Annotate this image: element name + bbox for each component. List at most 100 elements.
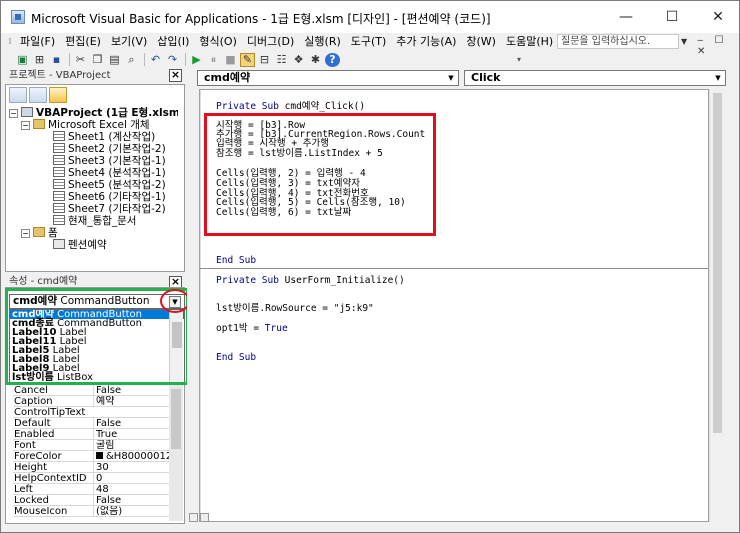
property-value[interactable]: 30 — [93, 462, 169, 473]
code-line: lst방이름.RowSource = "j5:k9" — [216, 303, 374, 314]
menu-debug[interactable]: 디버그(D) — [242, 33, 299, 51]
properties-scrollbar-thumb[interactable] — [171, 389, 181, 449]
collapse-icon[interactable]: − — [21, 121, 30, 130]
minimize-button[interactable]: — — [603, 1, 649, 33]
project-explorer-icon[interactable]: ⊟ — [257, 53, 272, 67]
property-name: Font — [14, 440, 36, 451]
object-dropdown-value: cmd예약 — [204, 71, 251, 84]
toolbar-overflow-icon[interactable]: ▾ — [517, 55, 523, 65]
tree-item-sheet2[interactable]: Sheet2 (기본작업-2) — [53, 143, 166, 155]
sheet-icon — [53, 191, 65, 201]
toolbar-separator — [144, 53, 145, 66]
view-object-icon[interactable] — [29, 87, 47, 103]
run-icon[interactable]: ▶ — [189, 53, 204, 67]
excel-view-icon[interactable]: ▣ — [15, 53, 30, 67]
property-value[interactable]: 48 — [93, 484, 169, 495]
menu-edit[interactable]: 편집(E) — [60, 33, 106, 51]
tree-item-sheet6[interactable]: Sheet6 (기타작업-1) — [53, 191, 166, 203]
table-row[interactable]: Default False — [13, 418, 169, 429]
procedure-dropdown[interactable]: Click ▼ — [464, 70, 726, 86]
table-row[interactable]: ForeColor&H80000012& — [13, 451, 169, 462]
object-dropdown[interactable]: cmd예약 ▼ — [197, 70, 459, 86]
color-swatch — [96, 452, 103, 459]
properties-window-icon[interactable]: ☷ — [274, 53, 289, 67]
tree-item-sheet3[interactable]: Sheet3 (기본작업-1) — [53, 155, 166, 167]
table-row[interactable]: MouseIcon (없음) — [13, 506, 169, 517]
tree-item-sheet5[interactable]: Sheet5 (분석작업-2) — [53, 179, 166, 191]
code-scrollbar[interactable] — [709, 89, 724, 522]
reset-icon[interactable]: ■ — [223, 53, 238, 67]
copy-icon[interactable]: ❐ — [90, 53, 105, 67]
help-icon[interactable]: ? — [325, 52, 340, 67]
help-question-input[interactable]: 질문을 입력하십시오. — [557, 34, 679, 49]
menu-format[interactable]: 형식(O) — [194, 33, 241, 51]
properties-scrollbar[interactable] — [169, 385, 183, 521]
full-module-view-icon[interactable] — [200, 513, 209, 522]
object-browser-icon[interactable]: ❖ — [291, 53, 306, 67]
close-button[interactable]: ✕ — [695, 1, 739, 33]
menu-help[interactable]: 도움말(H) — [501, 33, 558, 51]
tree-item-excel-objects[interactable]: − Microsoft Excel 개체 — [21, 119, 150, 131]
tree-item-thisworkbook[interactable]: 현재_통합_문서 — [53, 215, 136, 227]
tree-item-sheet4[interactable]: Sheet4 (분석작업-1) — [53, 167, 166, 179]
menu-insert[interactable]: 삽입(I) — [152, 33, 194, 51]
property-value[interactable]: False — [93, 418, 169, 429]
toggle-folders-icon[interactable] — [49, 87, 67, 103]
table-row[interactable]: HelpContextID 0 — [13, 473, 169, 484]
redo-icon[interactable]: ↷ — [165, 53, 180, 67]
table-row[interactable]: Cancel False — [13, 385, 169, 396]
design-mode-icon[interactable]: ✎ — [240, 52, 255, 67]
property-value[interactable]: &H80000012& — [93, 451, 169, 462]
find-icon[interactable]: ⌕ — [124, 53, 139, 67]
collapse-icon[interactable]: − — [21, 229, 30, 238]
mdi-window-buttons[interactable]: ‒ ☐ ✕ — [697, 35, 739, 57]
property-value[interactable]: True — [93, 429, 169, 440]
table-row[interactable]: Height 30 — [13, 462, 169, 473]
menu-view[interactable]: 보기(V) — [106, 33, 152, 51]
procedure-view-icon[interactable] — [189, 513, 198, 522]
property-value[interactable]: 0 — [93, 473, 169, 484]
table-row[interactable]: Caption 예약 — [13, 396, 169, 407]
break-icon[interactable]: ⏸ — [206, 53, 221, 67]
menu-file[interactable]: 파일(F) — [15, 33, 60, 51]
property-value[interactable]: False — [93, 385, 169, 396]
maximize-button[interactable]: ☐ — [649, 1, 695, 33]
table-row[interactable]: ControlTipText — [13, 407, 169, 418]
collapse-icon[interactable]: − — [9, 109, 18, 118]
table-row[interactable]: Locked False — [13, 495, 169, 506]
table-row[interactable]: Font 굴림 — [13, 440, 169, 451]
insert-userform-icon[interactable]: ⊞ — [32, 53, 47, 67]
chevron-down-icon[interactable]: ▼ — [445, 72, 457, 84]
menu-addins[interactable]: 추가 기능(A) — [391, 33, 461, 51]
cut-icon[interactable]: ✂ — [73, 53, 88, 67]
paste-icon[interactable]: ▤ — [107, 53, 122, 67]
tree-item-sheet1[interactable]: Sheet1 (계산작업) — [53, 131, 155, 143]
chevron-down-icon[interactable]: ▼ — [712, 72, 724, 84]
chevron-down-icon[interactable]: ▼ — [681, 37, 691, 47]
undo-icon[interactable]: ↶ — [148, 53, 163, 67]
menu-window[interactable]: 창(W) — [461, 33, 501, 51]
menu-tools[interactable]: 도구(T) — [346, 33, 392, 51]
table-row[interactable]: Left 48 — [13, 484, 169, 495]
code-text: UserForm_Initialize() — [284, 275, 405, 286]
project-pane-close-icon[interactable]: × — [169, 69, 182, 82]
menu-run[interactable]: 실행(R) — [299, 33, 345, 51]
folder-icon — [33, 119, 45, 129]
save-icon[interactable]: ▪ — [49, 53, 64, 67]
view-code-icon[interactable] — [9, 87, 27, 103]
tree-item-sheet7[interactable]: Sheet7 (기타작업-2) — [53, 203, 166, 215]
tree-item-vbaproject[interactable]: − VBAProject (1급 E형.xlsm) — [9, 107, 178, 119]
tree-item-pension-form[interactable]: 펜션예약 — [53, 239, 107, 251]
code-scrollbar-thumb[interactable] — [713, 93, 722, 433]
table-row[interactable]: Enabled True — [13, 429, 169, 440]
tree-item-label: Sheet3 (기본작업-1) — [68, 155, 166, 167]
property-value[interactable]: 예약 — [93, 396, 169, 407]
tree-item-forms[interactable]: − 폼 — [21, 227, 58, 239]
property-value[interactable]: 굴림 — [93, 440, 169, 451]
toolbox-icon[interactable]: ✱ — [308, 53, 323, 67]
tree-item-label: Sheet7 (기타작업-2) — [68, 203, 166, 215]
property-value[interactable]: False — [93, 495, 169, 506]
tree-item-label: VBAProject (1급 E형.xlsm) — [36, 107, 178, 119]
vba-menu-icon[interactable]: ⁞ — [5, 35, 15, 49]
property-value[interactable]: (없음) — [93, 506, 169, 517]
